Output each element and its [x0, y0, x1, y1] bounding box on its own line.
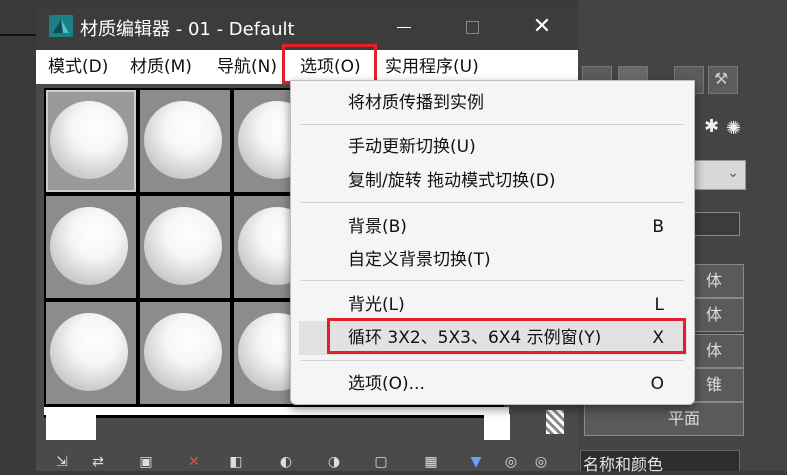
material-sphere-icon: [50, 207, 128, 285]
grid-scrollbar-track[interactable]: [44, 407, 509, 415]
minimize-button[interactable]: [384, 13, 424, 41]
menu-item-label: 复制/旋转 拖动模式切换(D): [348, 171, 556, 191]
sample-type-icon[interactable]: [546, 410, 564, 434]
material-toolbar: ⇲ ⇄ ▣ ✕ ◧ ◐ ◑ ▢ ▦ ▼ ◎ ◎: [44, 454, 574, 471]
material-sphere-icon: [144, 313, 222, 391]
copy-material-icon[interactable]: ◧: [224, 454, 248, 471]
menu-item-custom-background[interactable]: 自定义背景切换(T): [291, 245, 694, 275]
menu-utilities[interactable]: 实用程序(U): [385, 50, 479, 84]
cycle-item-highlight: [327, 318, 686, 354]
assign-material-icon[interactable]: ▣: [134, 454, 158, 471]
menu-item-label: 自定义背景切换(T): [348, 250, 491, 270]
maximize-button[interactable]: [452, 13, 492, 41]
go-to-parent-icon[interactable]: ◎: [499, 454, 523, 471]
sample-slot-4[interactable]: [46, 196, 136, 298]
menu-mode[interactable]: 模式(D): [48, 50, 108, 84]
minimize-icon: [397, 27, 411, 28]
menu-separator: [301, 280, 684, 281]
go-forward-sibling-icon[interactable]: ◎: [529, 454, 553, 471]
put-to-scene-icon[interactable]: ⇄: [86, 454, 110, 471]
menu-item-label: 手动更新切换(U): [348, 137, 476, 157]
maximize-icon: [465, 21, 479, 34]
sample-slot-1[interactable]: [46, 90, 136, 192]
menu-navigation[interactable]: 导航(N): [217, 50, 277, 84]
sample-slot-7[interactable]: [46, 302, 136, 404]
menu-item-propagate[interactable]: 将材质传播到实例: [291, 88, 694, 118]
make-unique-icon[interactable]: ◐: [274, 454, 298, 471]
menu-item-label: 背景(B): [348, 217, 407, 237]
background-line: [0, 34, 40, 36]
name-color-rollout[interactable]: 名称和颜色: [580, 450, 740, 474]
menu-item-shortcut: L: [654, 295, 664, 315]
menu-separator: [301, 202, 684, 203]
options-menu-highlight: [282, 44, 377, 84]
menu-separator: [301, 124, 684, 125]
material-sphere-icon: [50, 313, 128, 391]
wrench-hammer-icon: ⚒: [714, 69, 729, 88]
menu-item-shortcut: B: [652, 217, 664, 237]
put-to-library-icon[interactable]: ◑: [322, 454, 346, 471]
menu-item-label: 将材质传播到实例: [348, 93, 484, 113]
menu-material[interactable]: 材质(M): [130, 50, 192, 84]
menu-item-manual-update[interactable]: 手动更新切换(U): [291, 132, 694, 162]
show-shaded-icon[interactable]: ▦: [419, 454, 443, 471]
grid-scroll-thumb[interactable]: [46, 414, 96, 440]
material-sphere-icon: [144, 101, 222, 179]
menu-item-background[interactable]: 背景(B) B: [291, 212, 694, 242]
menu-item-options[interactable]: 选项(O)... O: [291, 369, 694, 399]
material-id-icon[interactable]: ▢: [369, 454, 393, 471]
object-type-btn-plane[interactable]: 平面: [584, 402, 744, 436]
sample-slot-2[interactable]: [140, 90, 230, 192]
menu-item-label: 选项(O)...: [348, 374, 425, 394]
panel-tab-utilities[interactable]: ⚒: [708, 66, 738, 94]
menu-separator: [301, 360, 684, 361]
menu-item-copy-rotate[interactable]: 复制/旋转 拖动模式切换(D): [291, 166, 694, 196]
material-sphere-icon: [144, 207, 222, 285]
spacewarp-icon[interactable]: ✺: [726, 118, 741, 139]
menu-item-shortcut: O: [650, 374, 664, 394]
close-button[interactable]: ✕: [522, 13, 562, 41]
chevron-down-icon: ⌄: [727, 165, 739, 181]
reset-map-icon[interactable]: ✕: [182, 454, 206, 471]
app-3ds-icon: [49, 15, 73, 37]
get-material-icon[interactable]: ⇲: [50, 454, 74, 471]
menu-item-backlight[interactable]: 背光(L) L: [291, 290, 694, 320]
window-title: 材质编辑器 - 01 - Default: [80, 19, 295, 40]
sample-slot-5[interactable]: [140, 196, 230, 298]
material-sphere-icon: [50, 101, 128, 179]
menu-item-label: 背光(L): [348, 295, 405, 315]
particles-icon[interactable]: ✱: [704, 116, 719, 137]
show-end-result-icon[interactable]: ▼: [464, 454, 488, 471]
options-dropdown-menu: 将材质传播到实例 手动更新切换(U) 复制/旋转 拖动模式切换(D) 背景(B)…: [290, 80, 695, 405]
grid-scroll-end[interactable]: [484, 414, 510, 440]
sample-slot-8[interactable]: [140, 302, 230, 404]
